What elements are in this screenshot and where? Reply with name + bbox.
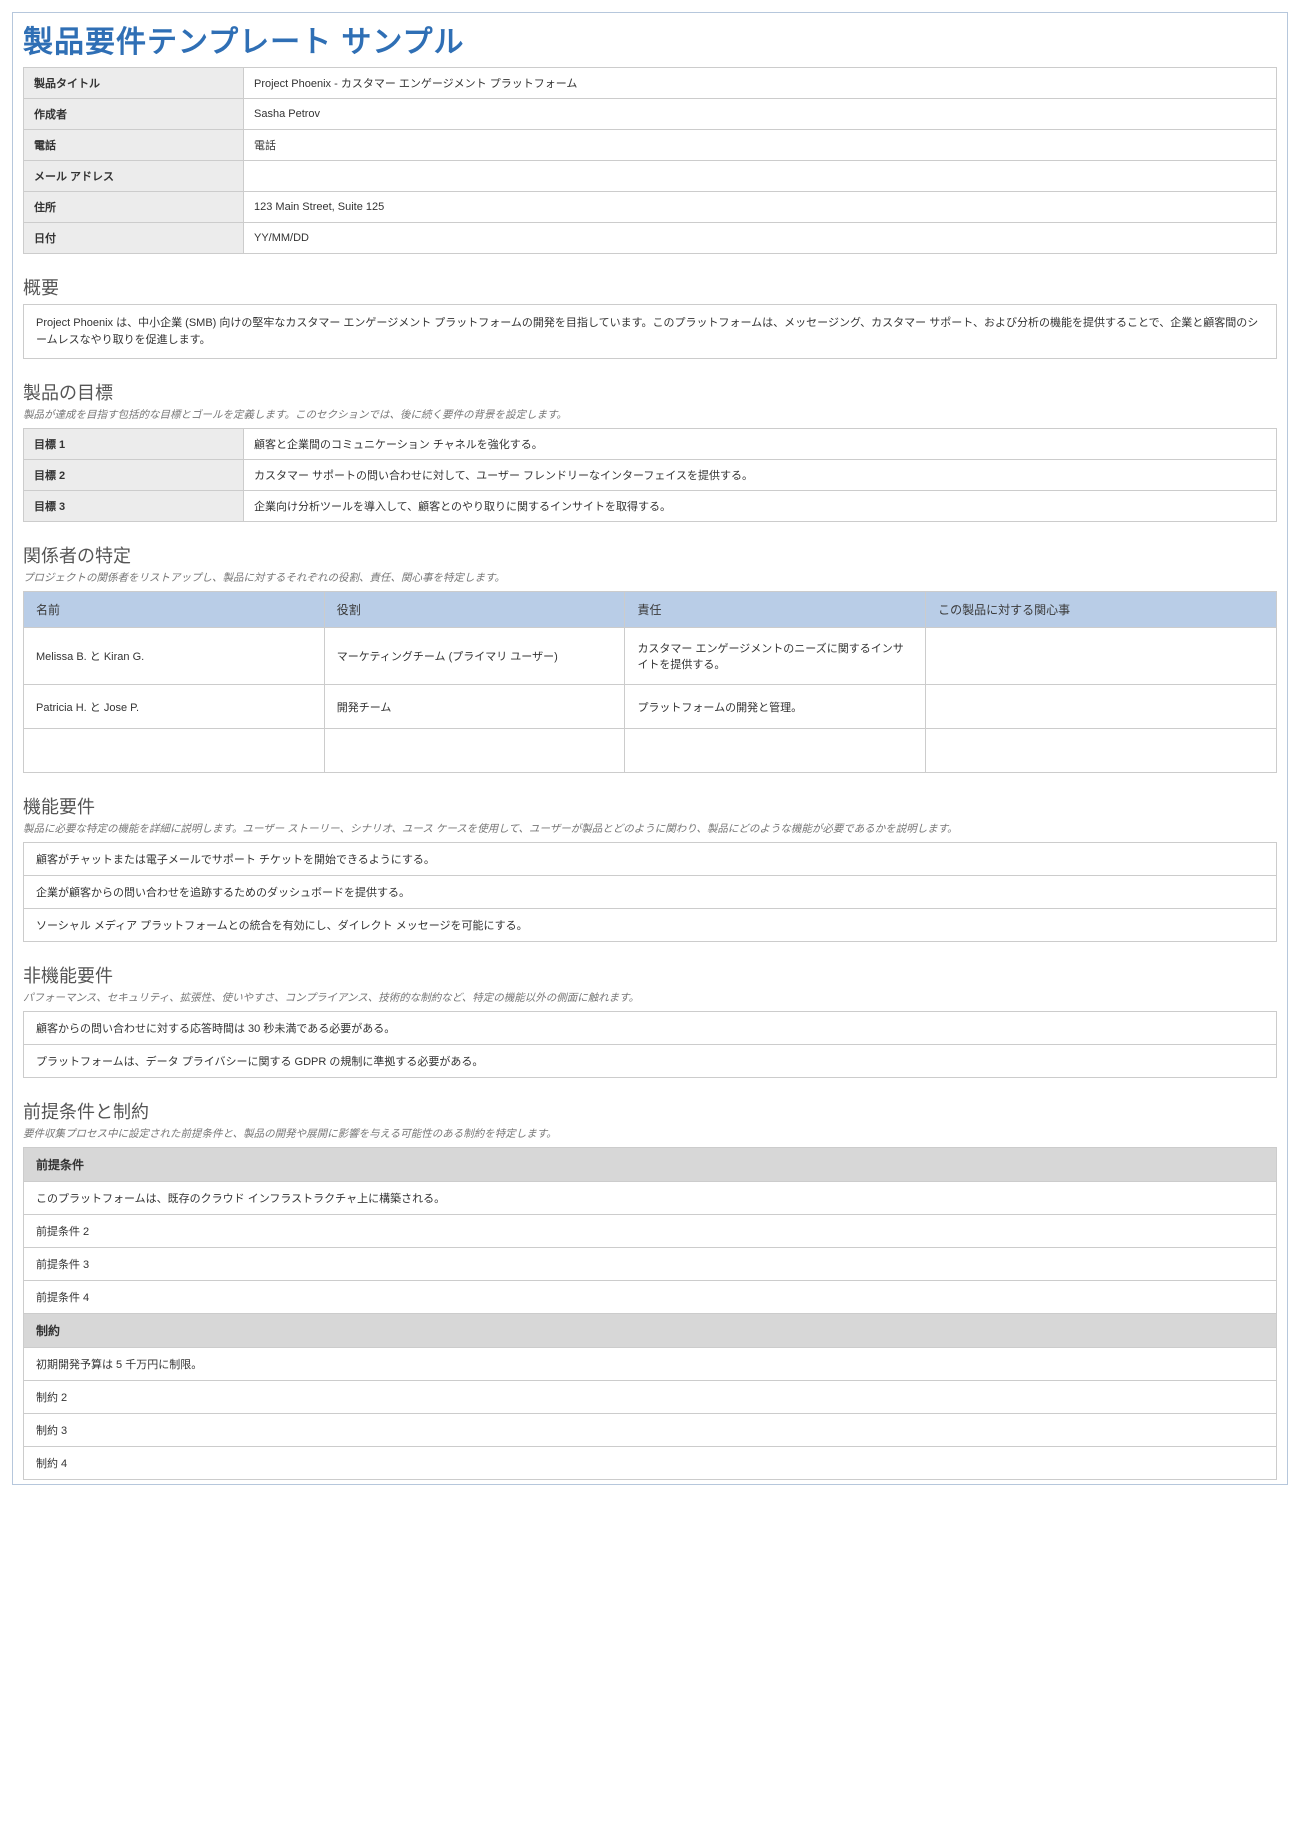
cell-responsibility [625, 729, 926, 773]
goals-table: 目標 1 顧客と企業間のコミュニケーション チャネルを強化する。 目標 2 カス… [23, 428, 1277, 522]
constraint-item: 制約 4 [24, 1447, 1277, 1480]
meta-row-product-title: 製品タイトル Project Phoenix - カスタマー エンゲージメント … [24, 68, 1277, 99]
cell-interest [926, 729, 1277, 773]
meta-row-address: 住所 123 Main Street, Suite 125 [24, 192, 1277, 223]
meta-label: メール アドレス [24, 161, 244, 192]
page-title: 製品要件テンプレート サンプル [23, 17, 1277, 61]
meta-label: 製品タイトル [24, 68, 244, 99]
assumption-item: 前提条件 4 [24, 1281, 1277, 1314]
meta-row-email: メール アドレス [24, 161, 1277, 192]
meta-value [244, 161, 1277, 192]
goals-heading: 製品の目標 [23, 379, 1277, 405]
constraint-subheader: 制約 [24, 1314, 1277, 1348]
cell-role [324, 729, 625, 773]
col-role: 役割 [324, 592, 625, 628]
goal-text: カスタマー サポートの問い合わせに対して、ユーザー フレンドリーなインターフェイ… [244, 460, 1277, 491]
meta-value: Project Phoenix - カスタマー エンゲージメント プラットフォー… [244, 68, 1277, 99]
constraint-item: 初期開発予算は 5 千万円に制限。 [24, 1348, 1277, 1381]
nonfunctional-item: プラットフォームは、データ プライバシーに関する GDPR の規制に準拠する必要… [24, 1045, 1277, 1078]
goal-text: 企業向け分析ツールを導入して、顧客とのやり取りに関するインサイトを取得する。 [244, 491, 1277, 522]
cell-interest [926, 628, 1277, 685]
goal-label: 目標 1 [24, 429, 244, 460]
metadata-table: 製品タイトル Project Phoenix - カスタマー エンゲージメント … [23, 67, 1277, 254]
goal-row: 目標 1 顧客と企業間のコミュニケーション チャネルを強化する。 [24, 429, 1277, 460]
meta-label: 日付 [24, 223, 244, 254]
functional-item: ソーシャル メディア プラットフォームとの統合を有効にし、ダイレクト メッセージ… [24, 909, 1277, 942]
goals-note: 製品が達成を目指す包括的な目標とゴールを定義します。このセクションでは、後に続く… [23, 407, 1277, 422]
functional-table: 顧客がチャットまたは電子メールでサポート チケットを開始できるようにする。 企業… [23, 842, 1277, 942]
assumption-subheader: 前提条件 [24, 1148, 1277, 1182]
meta-row-phone: 電話 電話 [24, 130, 1277, 161]
cell-name: Patricia H. と Jose P. [24, 685, 325, 729]
assumption-item: このプラットフォームは、既存のクラウド インフラストラクチャ上に構築される。 [24, 1182, 1277, 1215]
cell-interest [926, 685, 1277, 729]
goal-label: 目標 3 [24, 491, 244, 522]
constraint-item: 制約 3 [24, 1414, 1277, 1447]
meta-value: 123 Main Street, Suite 125 [244, 192, 1277, 223]
nonfunctional-note: パフォーマンス、セキュリティ、拡張性、使いやすさ、コンプライアンス、技術的な制約… [23, 990, 1277, 1005]
meta-value: Sasha Petrov [244, 99, 1277, 130]
meta-row-author: 作成者 Sasha Petrov [24, 99, 1277, 130]
overview-body: Project Phoenix は、中小企業 (SMB) 向けの堅牢なカスタマー… [23, 304, 1277, 359]
nonfunctional-item: 顧客からの問い合わせに対する応答時間は 30 秒未満である必要がある。 [24, 1012, 1277, 1045]
col-responsibility: 責任 [625, 592, 926, 628]
stakeholders-heading: 関係者の特定 [23, 542, 1277, 568]
assumption-item: 前提条件 2 [24, 1215, 1277, 1248]
cell-name [24, 729, 325, 773]
meta-row-date: 日付 YY/MM/DD [24, 223, 1277, 254]
assumptions-heading: 前提条件と制約 [23, 1098, 1277, 1124]
functional-note: 製品に必要な特定の機能を詳細に説明します。ユーザー ストーリー、シナリオ、ユース… [23, 821, 1277, 836]
meta-label: 住所 [24, 192, 244, 223]
stakeholders-header-row: 名前 役割 責任 この製品に対する関心事 [24, 592, 1277, 628]
nonfunctional-table: 顧客からの問い合わせに対する応答時間は 30 秒未満である必要がある。 プラット… [23, 1011, 1277, 1078]
meta-label: 作成者 [24, 99, 244, 130]
goal-row: 目標 3 企業向け分析ツールを導入して、顧客とのやり取りに関するインサイトを取得… [24, 491, 1277, 522]
goal-row: 目標 2 カスタマー サポートの問い合わせに対して、ユーザー フレンドリーなイン… [24, 460, 1277, 491]
meta-value: YY/MM/DD [244, 223, 1277, 254]
col-name: 名前 [24, 592, 325, 628]
stakeholders-note: プロジェクトの関係者をリストアップし、製品に対するそれぞれの役割、責任、関心事を… [23, 570, 1277, 585]
overview-heading: 概要 [23, 274, 1277, 300]
stakeholder-row [24, 729, 1277, 773]
goal-label: 目標 2 [24, 460, 244, 491]
col-interest: この製品に対する関心事 [926, 592, 1277, 628]
functional-item: 企業が顧客からの問い合わせを追跡するためのダッシュボードを提供する。 [24, 876, 1277, 909]
cell-responsibility: プラットフォームの開発と管理。 [625, 685, 926, 729]
goal-text: 顧客と企業間のコミュニケーション チャネルを強化する。 [244, 429, 1277, 460]
functional-heading: 機能要件 [23, 793, 1277, 819]
nonfunctional-heading: 非機能要件 [23, 962, 1277, 988]
meta-value: 電話 [244, 130, 1277, 161]
stakeholder-row: Patricia H. と Jose P. 開発チーム プラットフォームの開発と… [24, 685, 1277, 729]
meta-label: 電話 [24, 130, 244, 161]
cell-role: マーケティングチーム (プライマリ ユーザー) [324, 628, 625, 685]
stakeholders-table: 名前 役割 責任 この製品に対する関心事 Melissa B. と Kiran … [23, 591, 1277, 773]
assumptions-table: 前提条件 このプラットフォームは、既存のクラウド インフラストラクチャ上に構築さ… [23, 1147, 1277, 1480]
constraint-item: 制約 2 [24, 1381, 1277, 1414]
functional-item: 顧客がチャットまたは電子メールでサポート チケットを開始できるようにする。 [24, 843, 1277, 876]
assumption-item: 前提条件 3 [24, 1248, 1277, 1281]
cell-role: 開発チーム [324, 685, 625, 729]
document-sheet: 製品要件テンプレート サンプル 製品タイトル Project Phoenix -… [12, 12, 1288, 1485]
stakeholder-row: Melissa B. と Kiran G. マーケティングチーム (プライマリ … [24, 628, 1277, 685]
cell-name: Melissa B. と Kiran G. [24, 628, 325, 685]
cell-responsibility: カスタマー エンゲージメントのニーズに関するインサイトを提供する。 [625, 628, 926, 685]
assumptions-note: 要件収集プロセス中に設定された前提条件と、製品の開発や展開に影響を与える可能性の… [23, 1126, 1277, 1141]
